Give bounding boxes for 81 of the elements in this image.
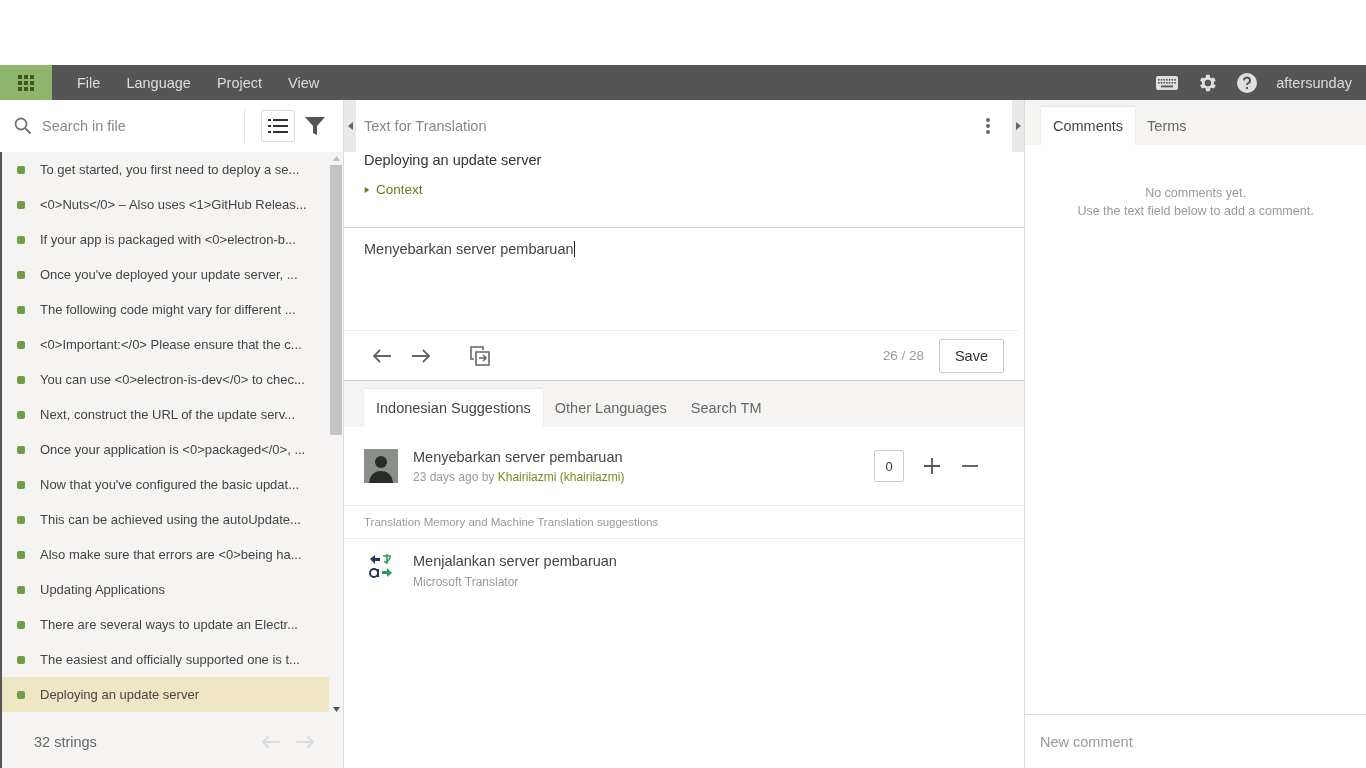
- caret-left-icon: [347, 122, 353, 130]
- string-item[interactable]: If your app is packaged with <0>electron-b...: [2, 222, 329, 257]
- string-text: You can use <0>electron-is-dev</0> to chec...: [40, 372, 305, 387]
- suggestions-tab[interactable]: Search TM: [678, 389, 774, 427]
- suggestions-tab[interactable]: Other Languages: [542, 389, 679, 427]
- collapse-left-handle[interactable]: [344, 100, 356, 152]
- empty-message: Use the text field below to add a comment.: [1076, 203, 1315, 220]
- scrollbar-thumb[interactable]: [330, 165, 342, 435]
- string-item[interactable]: The following code might vary for different ...: [2, 292, 329, 327]
- string-item[interactable]: Now that you've configured the basic updat...: [2, 467, 329, 502]
- string-item[interactable]: There are several ways to update an Electr...: [2, 607, 329, 642]
- author-link[interactable]: Khairilazmi (khairilazmi): [497, 469, 625, 484]
- help-icon[interactable]: [1236, 71, 1259, 94]
- string-text: Also make sure that errors are <0>being ha...: [40, 547, 302, 562]
- string-item[interactable]: To get started, you first need to deploy a se...: [2, 152, 329, 187]
- string-text: Once you've deployed your update server, ...: [40, 267, 298, 282]
- copy-source-icon[interactable]: [470, 345, 490, 366]
- string-text: <0>Important:</0> Please ensure that the c...: [40, 337, 302, 352]
- string-item[interactable]: You can use <0>electron-is-dev</0> to chec...: [2, 362, 329, 397]
- keyboard-icon[interactable]: [1156, 75, 1179, 90]
- vote-count: 0: [874, 450, 904, 482]
- string-item[interactable]: <0>Nuts</0> – Also uses <1>GitHub Releas...: [2, 187, 329, 222]
- next-arrow-icon[interactable]: [411, 347, 431, 364]
- string-item[interactable]: Deploying an update server: [2, 677, 329, 712]
- string-item[interactable]: Once you've deployed your update server, ...: [2, 257, 329, 292]
- string-text: <0>Nuts</0> – Also uses <1>GitHub Releas...: [40, 197, 307, 212]
- panel-title: Text for Translation: [364, 118, 487, 134]
- suggestion-meta: 23 days ago by Khairilazmi (khairilazmi): [413, 469, 626, 484]
- comments-tab[interactable]: Comments: [1041, 107, 1136, 145]
- string-text: If your app is packaged with <0>electron-b...: [40, 232, 296, 247]
- menu-item[interactable]: File: [64, 65, 114, 100]
- user-name[interactable]: aftersunday: [1276, 74, 1352, 91]
- previous-arrow-icon[interactable]: [372, 347, 392, 364]
- machine-translation-text: Menjalankan server pembaruan: [413, 553, 618, 569]
- character-counter: 26 / 28: [882, 348, 924, 363]
- string-item[interactable]: <0>Important:</0> Please ensure that the c...: [2, 327, 329, 362]
- menu-item[interactable]: Project: [203, 65, 276, 100]
- more-options-icon[interactable]: [986, 118, 990, 134]
- string-item[interactable]: This can be achieved using the autoUpdate...: [2, 502, 329, 537]
- string-text: Now that you've configured the basic updat...: [40, 477, 300, 492]
- suggestions-tab[interactable]: Indonesian Suggestions: [364, 389, 543, 427]
- menu-item[interactable]: Language: [113, 65, 204, 100]
- context-toggle[interactable]: Context: [364, 182, 423, 197]
- save-button[interactable]: Save: [938, 338, 1004, 373]
- menu-item[interactable]: View: [275, 65, 333, 100]
- scroll-down-icon[interactable]: [332, 707, 340, 712]
- caret-icon: [364, 185, 370, 194]
- list-view-button[interactable]: [261, 110, 295, 142]
- plus-icon[interactable]: [924, 458, 940, 474]
- strings-count: 32 strings: [34, 734, 97, 750]
- apps-grid-button[interactable]: [0, 65, 52, 100]
- caret-right-icon: [1015, 122, 1021, 130]
- grid-icon: [18, 74, 34, 91]
- string-item[interactable]: The easiest and officially supported one is t...: [2, 642, 329, 677]
- string-text: To get started, you first need to deploy a se...: [40, 162, 300, 177]
- string-item[interactable]: Also make sure that errors are <0>being ha...: [2, 537, 329, 572]
- comments-tab[interactable]: Terms: [1135, 107, 1199, 145]
- empty-message: No comments yet.: [1144, 185, 1247, 202]
- list-icon: [268, 118, 288, 134]
- search-icon: [14, 117, 32, 135]
- string-text: This can be achieved using the autoUpdate...: [40, 512, 301, 527]
- string-text: Once your application is <0>packaged</0>, ...: [40, 442, 306, 457]
- suggestion-text: Menyebarkan server pembaruan: [413, 448, 624, 465]
- string-text: The following code might vary for different ...: [40, 302, 296, 317]
- collapse-right-handle[interactable]: [1012, 100, 1024, 152]
- avatar-placeholder: [364, 449, 398, 483]
- string-item[interactable]: Next, construct the URL of the update serv...: [2, 397, 329, 432]
- translate-icon: [368, 553, 394, 579]
- translation-source: Microsoft Translator: [413, 575, 520, 589]
- source-text: Deploying an update server: [364, 152, 543, 168]
- string-text: There are several ways to update an Electr...: [40, 617, 298, 632]
- string-text: Next, construct the URL of the update serv...: [40, 407, 296, 422]
- string-text: Deploying an update server: [40, 687, 199, 702]
- string-item[interactable]: Updating Applications: [2, 572, 329, 607]
- filter-icon[interactable]: [305, 116, 325, 136]
- string-item[interactable]: Once your application is <0>packaged</0>, ...: [2, 432, 329, 467]
- string-text: The easiest and officially supported one is t...: [40, 652, 300, 667]
- search-field[interactable]: Search in file: [40, 117, 234, 135]
- section-heading: Translation Memory and Machine Translation suggestions: [344, 506, 1024, 539]
- string-text: Updating Applications: [40, 582, 166, 597]
- translation-field[interactable]: Menyebarkan server pembaruan: [344, 228, 1018, 331]
